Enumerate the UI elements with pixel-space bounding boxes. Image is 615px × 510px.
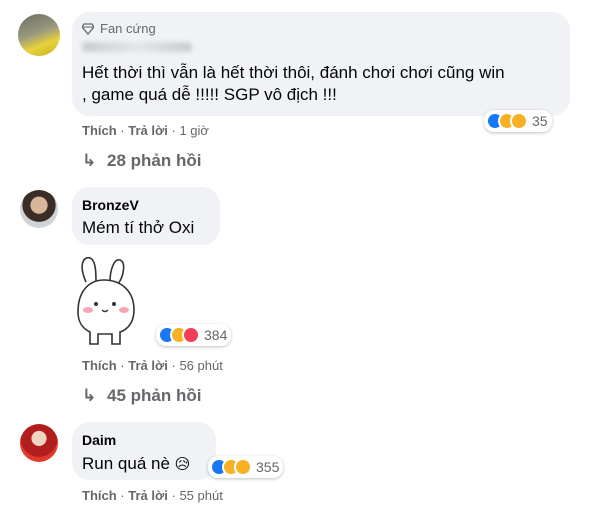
reply-link[interactable]: Trả lời bbox=[128, 488, 168, 503]
reply-link[interactable]: Trả lời bbox=[128, 123, 168, 138]
separator: · bbox=[120, 358, 125, 373]
like-link[interactable]: Thích bbox=[82, 123, 117, 138]
separator: · bbox=[120, 123, 125, 138]
reactions-summary[interactable]: 355 bbox=[208, 456, 284, 478]
reply-arrow-icon: ↳ bbox=[82, 151, 97, 170]
avatar[interactable] bbox=[18, 14, 60, 56]
avatar[interactable] bbox=[20, 424, 58, 462]
bunny-sticker bbox=[68, 252, 146, 348]
like-link[interactable]: Thích bbox=[82, 358, 117, 373]
reply-arrow-icon: ↳ bbox=[82, 386, 97, 405]
comment-text-content: Run quá nè bbox=[82, 454, 170, 473]
replies-count[interactable]: 45 phản hồi bbox=[107, 386, 201, 405]
reply-link[interactable]: Trả lời bbox=[128, 358, 168, 373]
reactions-summary[interactable]: 384 bbox=[156, 324, 232, 346]
love-reaction-icon bbox=[182, 326, 200, 344]
author-name-blurred[interactable] bbox=[82, 42, 192, 52]
diamond-icon bbox=[81, 22, 95, 35]
reaction-count: 35 bbox=[532, 113, 548, 129]
fan-badge-label: Fan cứng bbox=[100, 21, 156, 36]
comment-actions: Thích · Trả lời · 56 phút bbox=[82, 358, 223, 373]
timestamp[interactable]: 1 giờ bbox=[179, 123, 209, 138]
timestamp[interactable]: 56 phút bbox=[179, 358, 222, 373]
comment-text: Run quá nè 😥 bbox=[82, 453, 190, 476]
separator: · bbox=[171, 488, 176, 503]
haha-reaction-icon bbox=[234, 458, 252, 476]
separator: · bbox=[171, 358, 176, 373]
comment-text-line: , game quá dễ !!!!! SGP vô địch !!! bbox=[82, 85, 337, 104]
comment-text: Mém tí thở Oxi bbox=[82, 218, 195, 237]
view-replies[interactable]: ↳ 28 phản hồi bbox=[82, 151, 201, 171]
like-link[interactable]: Thích bbox=[82, 488, 117, 503]
avatar[interactable] bbox=[20, 190, 58, 228]
separator: · bbox=[120, 488, 125, 503]
fan-badge: Fan cứng bbox=[81, 21, 156, 36]
timestamp[interactable]: 55 phút bbox=[179, 488, 222, 503]
comment-actions: Thích · Trả lời · 55 phút bbox=[82, 488, 223, 503]
sad-reaction-icon bbox=[510, 112, 528, 130]
reaction-count: 384 bbox=[204, 327, 228, 343]
replies-count[interactable]: 28 phản hồi bbox=[107, 151, 201, 170]
separator: · bbox=[171, 123, 176, 138]
comment-actions: Thích · Trả lời · 1 giờ bbox=[82, 123, 209, 138]
reaction-count: 355 bbox=[256, 459, 280, 475]
author-name[interactable]: Daim bbox=[82, 432, 116, 448]
reactions-summary[interactable]: 35 bbox=[484, 110, 552, 132]
author-name[interactable]: BronzeV bbox=[82, 197, 139, 213]
view-replies[interactable]: ↳ 45 phản hồi bbox=[82, 386, 201, 406]
comment-text-line: Hết thời thì vẫn là hết thời thôi, đánh … bbox=[82, 63, 505, 82]
sad-emoji: 😥 bbox=[174, 456, 191, 473]
comment-text: Hết thời thì vẫn là hết thời thôi, đánh … bbox=[82, 62, 562, 106]
